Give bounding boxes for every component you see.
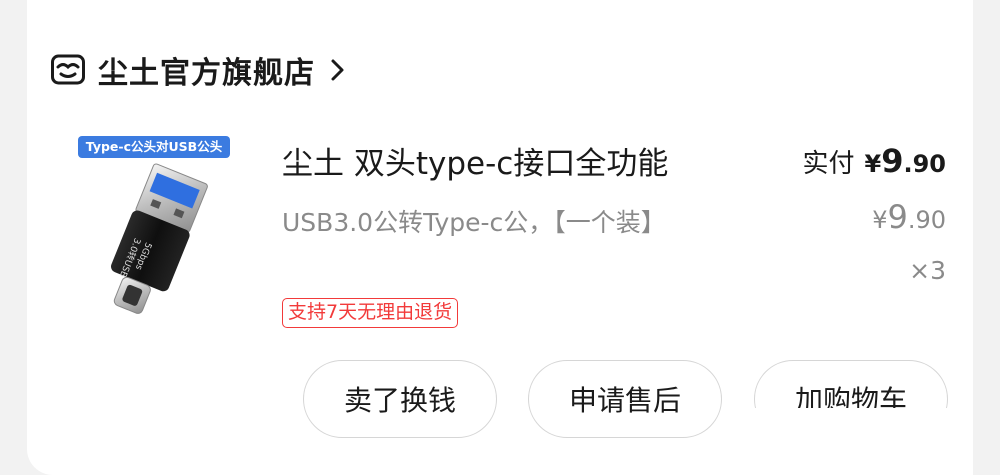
quantity: ×3 <box>909 256 946 285</box>
unit-price: ¥ 9 .90 <box>872 198 946 236</box>
clipped-overlay <box>740 408 1000 475</box>
unit-price-decimal: .90 <box>907 206 946 234</box>
store-icon <box>51 54 85 85</box>
product-image[interactable]: Type-c公头对USB公头 3.0转USB 5Gbps <box>72 132 234 332</box>
paid-label: 实付 <box>802 149 855 179</box>
paid-price: 实付 ¥ 9 .90 <box>803 142 947 180</box>
usb-adapter-image: 3.0转USB 5Gbps <box>111 163 208 314</box>
product-spec: USB3.0公转Type-c公，【一个装】 <box>282 208 666 237</box>
return-policy-badge: 支持7天无理由退货 <box>282 298 459 328</box>
product-title[interactable]: 尘土 双头type-c接口全功能 <box>282 138 668 183</box>
store-header[interactable]: 尘土官方旗舰店 <box>50 48 347 92</box>
chevron-right-icon <box>331 59 344 81</box>
store-name[interactable]: 尘土官方旗舰店 <box>98 48 315 92</box>
paid-price-integer: 9 <box>881 142 904 180</box>
currency-symbol: ¥ <box>864 150 882 178</box>
after-sale-button[interactable]: 申请售后 <box>528 360 722 438</box>
paid-price-decimal: .90 <box>903 150 946 178</box>
unit-price-integer: 9 <box>887 198 908 236</box>
page-margin <box>973 395 1000 475</box>
currency-symbol: ¥ <box>872 206 888 234</box>
sell-button[interactable]: 卖了换钱 <box>303 360 497 438</box>
